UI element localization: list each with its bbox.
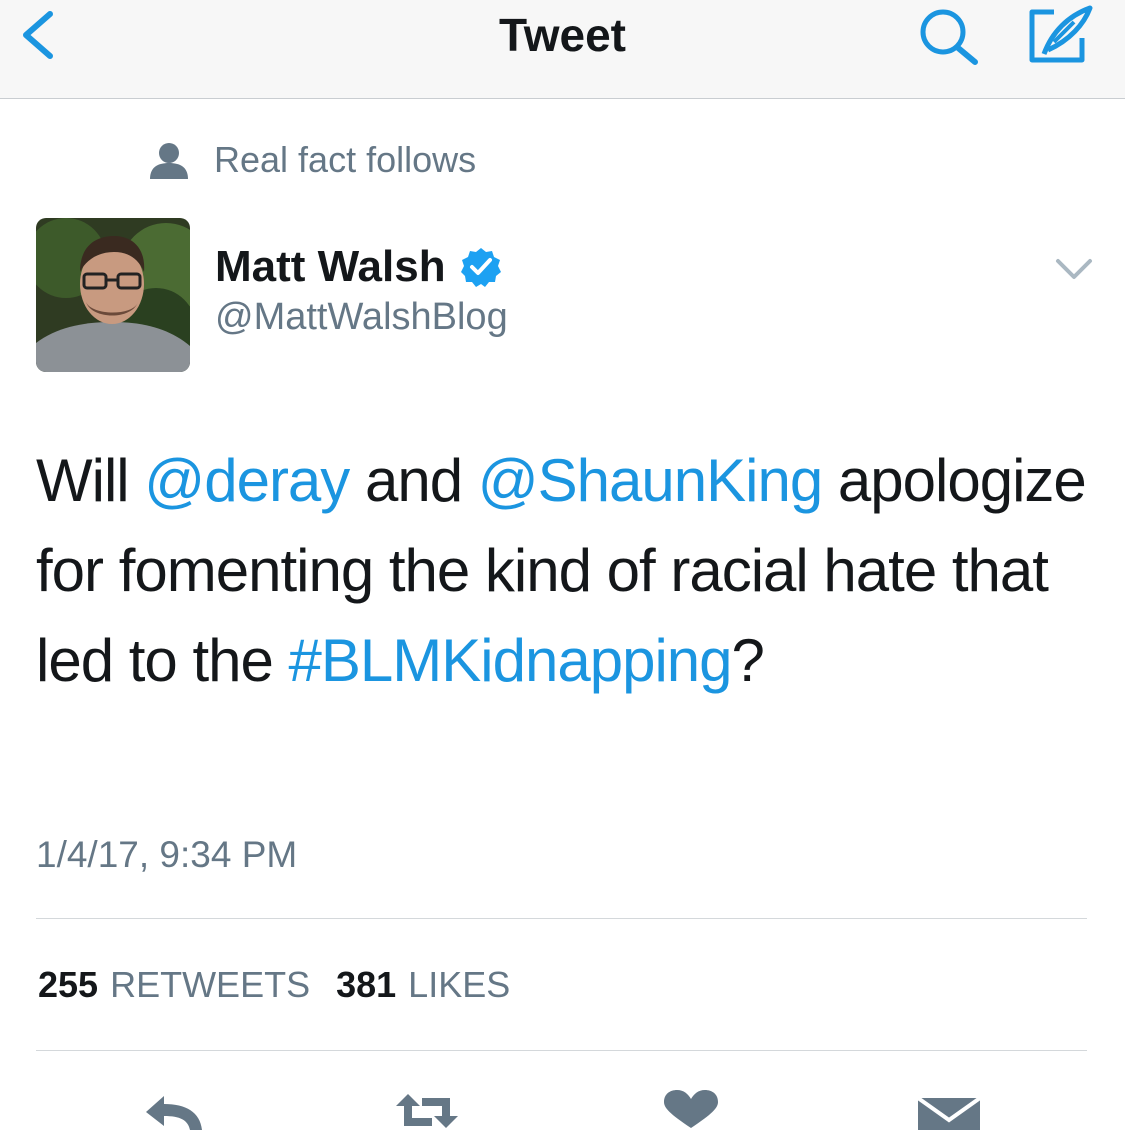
retweets-count: 255 xyxy=(38,964,99,1005)
navigation-bar: Tweet xyxy=(0,0,1125,99)
retweets-stat[interactable]: 255 RETWEETS xyxy=(38,964,310,1006)
tweet-stats: 255 RETWEETS 381 LIKES xyxy=(38,964,536,1006)
hashtag-link[interactable]: #BLMKidnapping xyxy=(289,627,733,694)
author-name[interactable]: Matt Walsh xyxy=(215,242,446,292)
tweet-timestamp: 1/4/17, 9:34 PM xyxy=(36,834,298,875)
avatar[interactable] xyxy=(36,218,190,372)
retweets-label: RETWEETS xyxy=(110,964,311,1005)
tweet-text-segment: and xyxy=(349,447,478,514)
likes-count: 381 xyxy=(336,964,397,1005)
chevron-down-icon[interactable] xyxy=(1054,255,1094,285)
likes-label: LIKES xyxy=(408,964,511,1005)
divider xyxy=(36,918,1087,919)
person-icon xyxy=(150,143,188,179)
search-icon[interactable] xyxy=(915,4,985,66)
direct-message-icon[interactable] xyxy=(914,1090,984,1130)
author-handle[interactable]: @MattWalshBlog xyxy=(215,296,508,339)
likes-stat[interactable]: 381 LIKES xyxy=(336,964,510,1006)
verified-badge-icon xyxy=(460,248,501,287)
mention-link-deray[interactable]: @deray xyxy=(144,447,350,514)
mention-link-shaunking[interactable]: @ShaunKing xyxy=(478,447,823,514)
retweet-icon[interactable] xyxy=(392,1090,462,1130)
divider xyxy=(36,1050,1087,1051)
reply-icon[interactable] xyxy=(140,1090,210,1130)
social-context: Real fact follows xyxy=(148,138,476,182)
compose-tweet-icon[interactable] xyxy=(1024,2,1096,66)
tweet-text-segment: Will xyxy=(36,447,145,514)
tweet-text: Will @deray and @ShaunKing apologize for… xyxy=(36,436,1096,706)
author-name-row[interactable]: Matt Walsh xyxy=(215,242,502,292)
tweet-text-segment: ? xyxy=(731,627,765,694)
social-context-text: Real fact follows xyxy=(214,139,477,180)
like-icon[interactable] xyxy=(656,1090,726,1130)
